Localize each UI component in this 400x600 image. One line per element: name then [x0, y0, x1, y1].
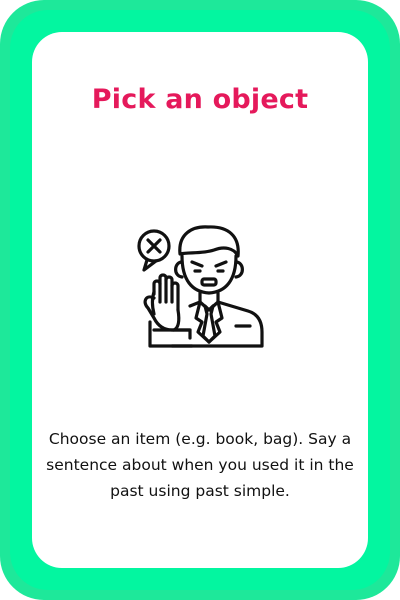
task-card: Pick an object Choose an item (e.g. book…	[32, 32, 368, 568]
card-instructions: Choose an item (e.g. book, bag). Say a s…	[46, 430, 354, 500]
task-card-border: Pick an object Choose an item (e.g. book…	[0, 0, 400, 600]
card-title: Pick an object	[91, 84, 309, 115]
man-stop-gesture-icon	[132, 214, 272, 349]
